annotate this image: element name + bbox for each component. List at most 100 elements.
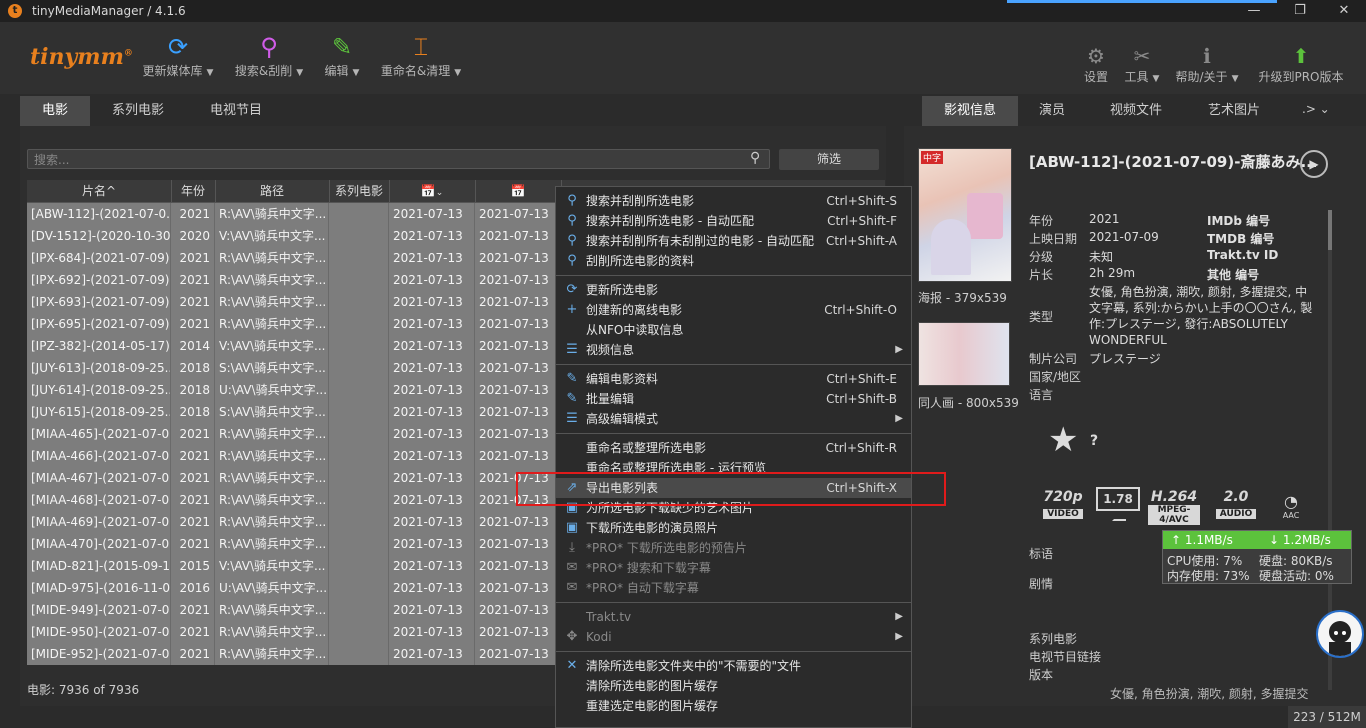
column-year[interactable]: 年份 [171,180,216,202]
cell-path: S:\AV\骑兵中文字... [215,357,329,379]
cell-path: V:\AV\骑兵中文字... [215,225,329,247]
cell-title: [IPZ-382]-(2014-05-17)... [27,335,171,357]
rename-icon: ⌶ [413,33,429,61]
toolbar-right-button-1[interactable]: ✂ 工具 ▼ [1118,44,1166,85]
toolbar-button-0[interactable]: ⟳ 更新媒体库 ▼ [140,32,216,79]
menu-item-2-2[interactable]: ☰ 高级编辑模式 ▶ [556,409,911,429]
cell-path: V:\AV\骑兵中文字... [215,555,329,577]
resolution-badge: 720p VIDEO [1043,489,1083,519]
menu-item-0-1[interactable]: ⚲ 搜索并刮削所选电影 - 自动匹配 Ctrl+Shift-F [556,211,911,231]
menu-item-4-1[interactable]: ✥ Kodi ▶ [556,627,911,647]
menu-item-3-6[interactable]: ✉ *PRO* 搜索和下载字幕 [556,558,911,578]
network-monitor: ↑ 1.1MB/s ↓ 1.2MB/s CPU使用: 7% 硬盘: 80KB/s… [1162,530,1352,584]
cell-title: [IPX-692]-(2021-07-09)... [27,269,171,291]
close-button[interactable]: ✕ [1322,2,1366,20]
menu-item-shortcut: Ctrl+Shift-A [826,234,897,248]
toolbar-right-button-2[interactable]: ℹ 帮助/关于 ▼ [1172,44,1242,85]
tab-movies[interactable]: 电影 [20,96,90,134]
menu-item-2-0[interactable]: ✎ 编辑电影资料 Ctrl+Shift-E [556,369,911,389]
tab-cast[interactable]: 演员 [1022,96,1082,126]
cell-series [329,511,389,533]
poster-image[interactable]: 中字 [918,148,1012,282]
menu-item-1-3[interactable]: ☰ 视频信息 ▶ [556,340,911,360]
tab-movie-info[interactable]: 影视信息 [922,96,1018,126]
menu-item-3-5[interactable]: ⤓ *PRO* 下载所选电影的预告片 [556,538,911,558]
chevron-down-icon: ▼ [296,68,304,78]
column-date-added[interactable]: 📅⌄ [389,180,476,202]
details-scrollbar-thumb[interactable] [1328,210,1332,250]
list-icon: ☰ [566,411,578,426]
poster-caption: 海报 - 379x539 [918,291,1007,305]
menu-item-label: *PRO* 下载所选电影的预告片 [586,541,747,555]
play-button[interactable]: ▶ [1300,150,1328,178]
cell-date2: 2021-07-13 [475,225,561,247]
fanart-image[interactable] [918,322,1010,386]
cell-title: [MIAA-467]-(2021-07-0... [27,467,171,489]
restore-button[interactable]: ❐ [1278,2,1322,20]
tv-link-label: 电视节目链接 [1029,650,1102,664]
avatar[interactable] [1316,610,1364,658]
toolbar-button-1[interactable]: ⚲ 搜索&刮削 ▼ [232,32,306,79]
column-release-date[interactable]: 📅 [475,180,562,202]
search-input[interactable]: 搜索... [27,149,770,169]
menu-item-label: Trakt.tv [586,610,632,624]
cell-date1: 2021-07-13 [389,621,475,643]
toolbar-right-button-3[interactable]: ⬆ 升级到PRO版本 [1254,44,1348,85]
toolbar-right-button-0[interactable]: ⚙ 设置 [1076,44,1116,85]
menu-item-0-0[interactable]: ⚲ 搜索并刮削所选电影 Ctrl+Shift-S [556,191,911,211]
cell-title: [MIAA-466]-(2021-07-0... [27,445,171,467]
window-title: tinyMediaManager / 4.1.6 [32,4,186,18]
cell-date1: 2021-07-13 [389,269,475,291]
tab-artwork[interactable]: 艺术图片 [1192,96,1276,126]
toolbar-label: 更新媒体库 [142,64,203,78]
field-value: 未知 [1089,250,1114,264]
toolbar-label: 重命名&清理 [380,64,451,78]
cell-path: R:\AV\骑兵中文字... [215,467,329,489]
column-path[interactable]: 路径 [215,180,330,202]
audio-codec-badge: ◔ AAC [1276,492,1306,520]
cell-title: [MIDE-950]-(2021-07-0... [27,621,171,643]
tab-movie-sets[interactable]: 系列电影 [96,96,180,126]
minimize-button[interactable]: — [1232,2,1276,20]
column-movie-set[interactable]: 系列电影 [329,180,390,202]
cell-series [329,533,389,555]
menu-item-1-2[interactable]: 从NFO中读取信息 [556,320,911,340]
cell-date1: 2021-07-13 [389,379,475,401]
cell-year: 2018 [171,401,215,423]
tab-scroll-arrows[interactable]: .> ⌄ [1302,102,1330,116]
menu-item-3-4[interactable]: ▣ 下载所选电影的演员照片 [556,518,911,538]
menu-item-1-0[interactable]: ⟳ 更新所选电影 [556,280,911,300]
cell-series [329,225,389,247]
cell-year: 2021 [171,467,215,489]
cell-series [329,291,389,313]
menu-item-1-1[interactable]: + 创建新的离线电影 Ctrl+Shift-O [556,300,911,320]
column-title[interactable]: 片名^ [27,180,172,202]
download-speed: ↓ 1.2MB/s [1269,533,1331,547]
cell-path: U:\AV\骑兵中文字... [215,379,329,401]
tab-media-files[interactable]: 视频文件 [1094,96,1178,126]
cell-title: [MIDE-949]-(2021-07-0... [27,599,171,621]
studio-value: プレステージ [1089,352,1161,366]
filter-button[interactable]: 筛选 [779,149,879,170]
search-icon[interactable]: ⚲ [750,150,760,166]
cell-title: [MIAA-470]-(2021-07-0... [27,533,171,555]
chevron-down-icon: ▼ [1231,74,1239,84]
menu-item-label: 视频信息 [586,343,635,357]
menu-separator [556,275,911,276]
disk-activity: 硬盘活动: 0% [1259,569,1334,583]
menu-item-3-7[interactable]: ✉ *PRO* 自动下载字幕 [556,578,911,598]
menu-item-5-0[interactable]: ✕ 清除所选电影文件夹中的"不需要的"文件 [556,656,911,676]
cell-title: [IPX-695]-(2021-07-09)... [27,313,171,335]
cell-date1: 2021-07-13 [389,599,475,621]
cell-series [329,401,389,423]
tab-tv-shows[interactable]: 电视节目 [194,96,278,126]
menu-item-2-1[interactable]: ✎ 批量编辑 Ctrl+Shift-B [556,389,911,409]
menu-item-0-2[interactable]: ⚲ 搜索并刮削所有未刮削过的电影 - 自动匹配 Ctrl+Shift-A [556,231,911,251]
menu-item-5-1[interactable]: 清除所选电影的图片缓存 [556,676,911,696]
menu-item-0-3[interactable]: ⚲ 刮削所选电影的资料 [556,251,911,271]
toolbar-button-2[interactable]: ✎ 编辑 ▼ [320,32,364,79]
menu-item-3-0[interactable]: 重命名或整理所选电影 Ctrl+Shift-R [556,438,911,458]
menu-item-4-0[interactable]: Trakt.tv ▶ [556,607,911,627]
menu-item-5-2[interactable]: 重建选定电影的图片缓存 [556,696,911,716]
toolbar-button-3[interactable]: ⌶ 重命名&清理 ▼ [378,32,464,79]
